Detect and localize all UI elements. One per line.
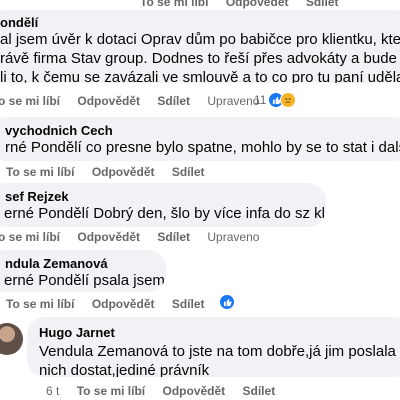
- edited-label: Upraveno: [207, 94, 260, 108]
- comment-text-line: rávě firma Stav group. Dodnes to řeší př…: [0, 50, 400, 67]
- comment-bubble: ndula Zemanová erné Pondělí psala jsem s…: [0, 250, 166, 292]
- share-button[interactable]: Sdílet: [157, 94, 190, 108]
- sad-face-icon: [280, 92, 297, 108]
- comment-actions: To se mi líbí Odpovědět Sdílet: [6, 297, 219, 311]
- reply-button[interactable]: Odpovědět: [226, 0, 289, 9]
- reaction-count: 11: [254, 93, 267, 107]
- like-button[interactable]: o se mi líbí: [0, 230, 60, 244]
- comment-text-line: al jsem úvěr k dotaci Oprav dům po babič…: [0, 31, 400, 48]
- share-button[interactable]: Sdílet: [157, 230, 190, 244]
- share-button[interactable]: Sdílet: [243, 384, 276, 398]
- share-button[interactable]: Sdílet: [172, 165, 205, 179]
- comment-author[interactable]: sef Rejzek: [0, 189, 314, 204]
- like-button[interactable]: o se mi líbí: [0, 94, 60, 108]
- like-button[interactable]: To se mi líbí: [77, 384, 145, 398]
- comment-text-line: li to, k čemu se zavázali ve smlouvě a t…: [0, 69, 400, 83]
- comment-bubble: vychodnich Cech rné Pondělí co presne by…: [0, 117, 400, 161]
- share-button[interactable]: Sdílet: [306, 0, 339, 9]
- reply-button[interactable]: Odpovědět: [163, 384, 226, 398]
- reaction-summary[interactable]: 11: [254, 92, 297, 108]
- share-button[interactable]: Sdílet: [172, 297, 205, 311]
- like-button[interactable]: To se mi líbí: [6, 297, 74, 311]
- edited-label: Upraveno: [207, 230, 260, 244]
- comment-actions: To se mi líbí Odpovědět Sdílet: [6, 165, 219, 179]
- comment-timestamp[interactable]: 6 t: [46, 384, 59, 398]
- comment-actions: o se mi líbí Odpovědět Sdílet Upraveno: [0, 230, 273, 244]
- comment-actions: o se mi líbí Odpovědět Sdílet Upraveno: [0, 94, 273, 108]
- comment-bubble: sef Rejzek erné Pondělí Dobrý den, šlo b…: [0, 183, 326, 227]
- top-action-row: To se mi líbí Odpovědět Sdílet: [140, 0, 353, 9]
- comment-author[interactable]: vychodnich Cech: [0, 123, 400, 138]
- comment-author[interactable]: Hugo Jarnet: [39, 325, 400, 340]
- comment-text-line: erné Pondělí psala jsem sz: [4, 272, 166, 289]
- reply-button[interactable]: Odpovědět: [77, 230, 140, 244]
- comment-bubble: ondělí al jsem úvěr k dotaci Oprav dům p…: [0, 10, 400, 83]
- reaction-summary[interactable]: [219, 294, 235, 310]
- reply-button[interactable]: Odpovědět: [77, 94, 140, 108]
- comment-bubble: Hugo Jarnet Vendula Zemanová to jste na …: [27, 317, 400, 377]
- comment-text-line: erné Pondělí Dobrý den, šlo by více infa…: [4, 205, 326, 222]
- thumbs-up-icon: [219, 294, 235, 310]
- reply-button[interactable]: Odpovědět: [92, 297, 155, 311]
- like-button[interactable]: To se mi líbí: [140, 0, 208, 9]
- comment-text-line: Vendula Zemanová to jste na tom dobře,já…: [39, 343, 400, 360]
- comment-author[interactable]: ndula Zemanová: [0, 256, 154, 271]
- reply-button[interactable]: Odpovědět: [92, 165, 155, 179]
- comment-author[interactable]: ondělí: [0, 15, 400, 30]
- avatar[interactable]: [0, 323, 23, 355]
- like-button[interactable]: To se mi líbí: [6, 165, 74, 179]
- comment-actions: 6 t To se mi líbí Odpovědět Sdílet: [46, 384, 289, 398]
- comment-text-line: nich dostat,jediné právník: [39, 362, 210, 377]
- comment-text-line: rné Pondělí co presne bylo spatne, mohlo…: [5, 139, 400, 156]
